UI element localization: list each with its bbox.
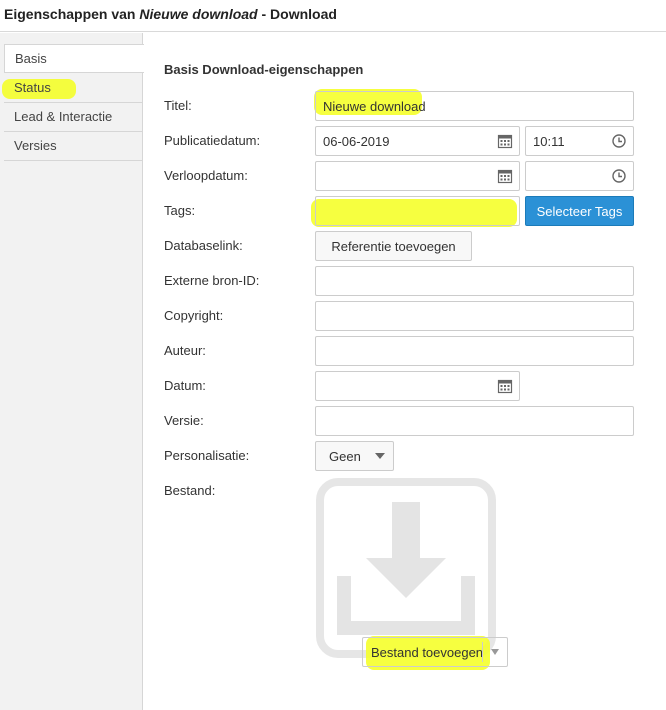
datum-input[interactable] (315, 371, 520, 401)
section-title: Basis Download-eigenschappen (164, 62, 364, 77)
referentie-toevoegen-button[interactable]: Referentie toevoegen (315, 231, 472, 261)
tags-label: Tags: (164, 203, 196, 218)
tab-lead-interactie[interactable]: Lead & Interactie (4, 103, 143, 132)
selecteer-tags-button[interactable]: Selecteer Tags (525, 196, 634, 226)
auteur-input[interactable] (315, 336, 634, 366)
versie-input[interactable] (315, 406, 634, 436)
titel-label: Titel: (164, 98, 192, 113)
copyright-label: Copyright: (164, 308, 224, 323)
tab-label: Basis (15, 51, 47, 66)
tab-status[interactable]: Status (4, 74, 143, 103)
tab-label: Versies (14, 138, 57, 153)
window-titlebar: Eigenschappen van Nieuwe download - Down… (0, 0, 666, 32)
titel-value: Nieuwe download (323, 99, 426, 114)
externe-bron-input[interactable] (315, 266, 634, 296)
clock-icon[interactable] (611, 133, 627, 149)
window-title: Eigenschappen van Nieuwe download - Down… (4, 6, 337, 22)
personalisatie-select[interactable]: Geen (315, 441, 394, 471)
tab-label: Lead & Interactie (14, 109, 113, 124)
verloopdatum-date-input[interactable] (315, 161, 520, 191)
personalisatie-label: Personalisatie: (164, 448, 250, 463)
titel-input[interactable]: Nieuwe download (315, 91, 634, 121)
publicatiedatum-label: Publicatiedatum: (164, 133, 261, 148)
title-suffix: - Download (257, 6, 337, 22)
publicatiedatum-date-value: 06-06-2019 (323, 134, 390, 149)
auteur-label: Auteur: (164, 343, 206, 358)
bestand-label: Bestand: (164, 483, 216, 498)
tab-versies[interactable]: Versies (4, 132, 143, 161)
form-panel: Basis Download-eigenschappen Titel: Nieu… (144, 33, 666, 710)
chevron-down-icon[interactable] (491, 649, 499, 655)
download-tray-icon (316, 478, 496, 658)
chevron-down-icon (375, 453, 385, 459)
bestand-toevoegen-label: Bestand toevoegen (371, 645, 484, 660)
calendar-icon[interactable] (497, 378, 513, 394)
datum-label: Datum: (164, 378, 206, 393)
bestand-toevoegen-button[interactable]: Bestand toevoegen (362, 637, 508, 667)
databaselink-label: Databaselink: (164, 238, 243, 253)
externe-bron-label: Externe bron-ID: (164, 273, 260, 288)
title-item-name: Nieuwe download (139, 6, 258, 22)
publicatiedatum-time-value: 10:11 (533, 134, 565, 149)
clock-icon[interactable] (611, 168, 627, 184)
title-prefix: Eigenschappen van (4, 6, 140, 22)
calendar-icon[interactable] (497, 133, 513, 149)
personalisatie-value: Geen (329, 449, 361, 464)
versie-label: Versie: (164, 413, 204, 428)
tab-label: Status (14, 80, 51, 95)
tags-input[interactable] (315, 196, 520, 226)
publicatiedatum-date-input[interactable]: 06-06-2019 (315, 126, 520, 156)
split-divider (482, 642, 483, 662)
verloopdatum-label: Verloopdatum: (164, 168, 248, 183)
copyright-input[interactable] (315, 301, 634, 331)
publicatiedatum-time-input[interactable]: 10:11 (525, 126, 634, 156)
sidebar: Basis Status Lead & Interactie Versies (0, 33, 144, 710)
verloopdatum-time-input[interactable] (525, 161, 634, 191)
tab-basis[interactable]: Basis (4, 44, 144, 73)
calendar-icon[interactable] (497, 168, 513, 184)
